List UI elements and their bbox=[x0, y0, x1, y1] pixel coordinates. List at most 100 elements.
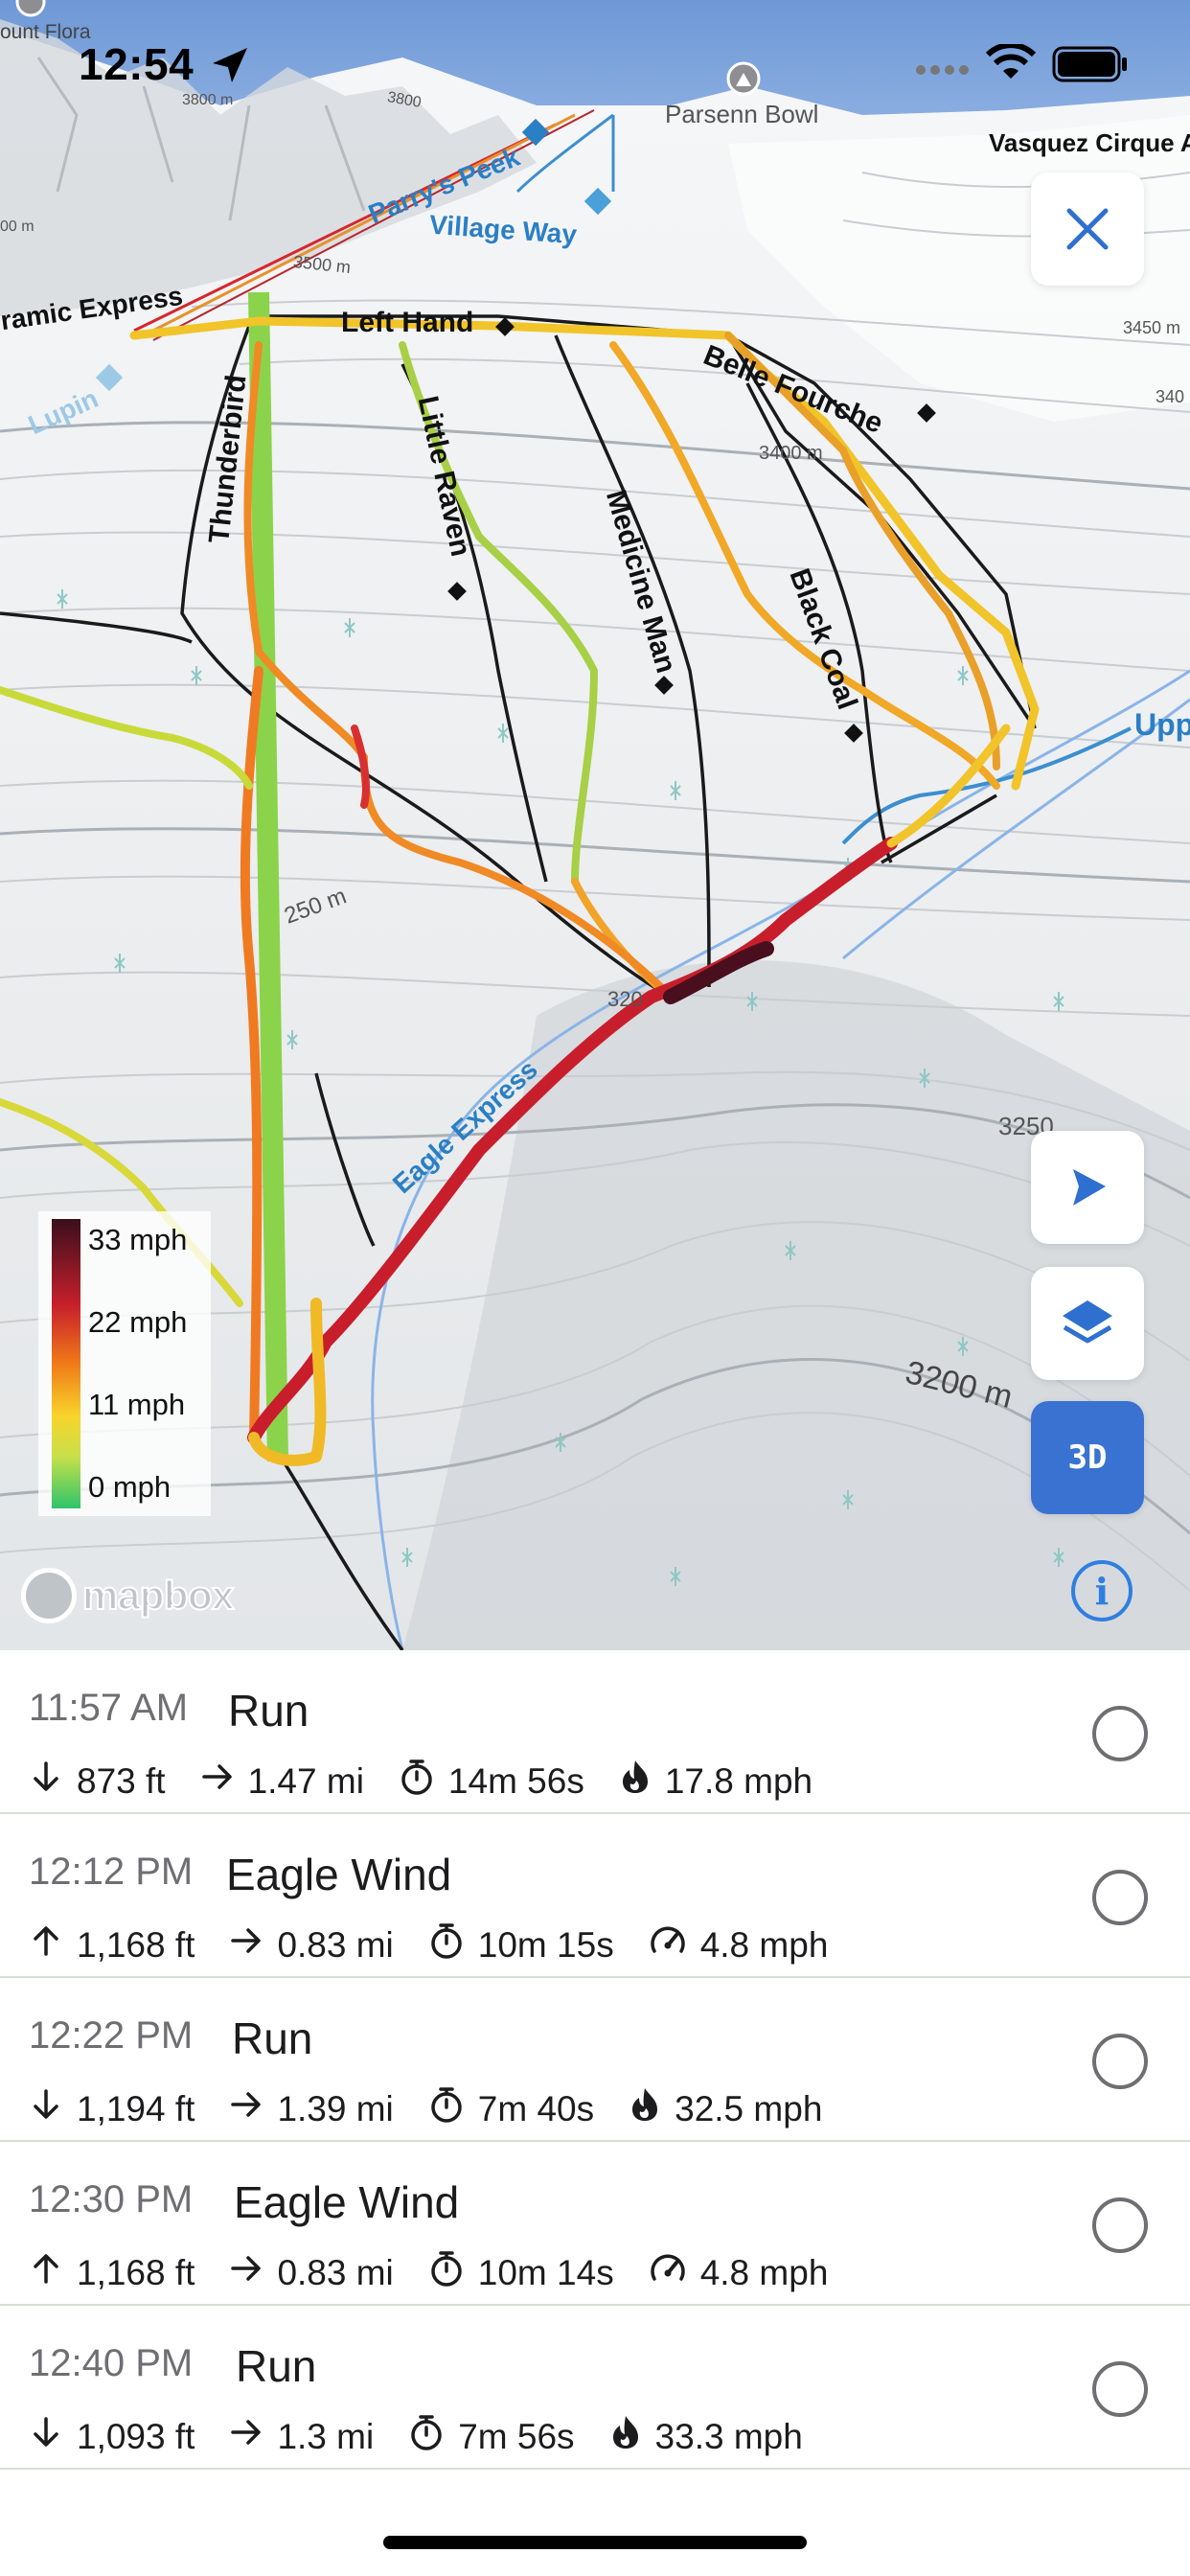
speed-stat: 33.3 mph bbox=[609, 2414, 803, 2459]
map-label-upper: Upp bbox=[1134, 707, 1190, 742]
flame-icon bbox=[629, 2086, 675, 2131]
vertical-value: 1,168 ft bbox=[77, 2252, 195, 2292]
speed-legend-label-high: 22 mph bbox=[88, 1305, 188, 1339]
distance-value: 1.3 mi bbox=[277, 2416, 375, 2456]
activity-time: 12:12 PM bbox=[29, 1851, 194, 1893]
activity-stats: 1,194 ft 1.39 mi 7m 40s 32.5 mph bbox=[29, 2085, 857, 2132]
duration-value: 7m 40s bbox=[477, 2088, 595, 2128]
activity-time: 12:30 PM bbox=[29, 2178, 194, 2220]
speed-legend-label-max: 33 mph bbox=[88, 1223, 188, 1256]
select-radio[interactable] bbox=[1092, 1870, 1148, 1925]
activity-stats: 1,168 ft 0.83 mi 10m 15s 4.8 mph bbox=[29, 1921, 862, 1968]
select-radio[interactable] bbox=[1092, 2197, 1148, 2253]
stopwatch-icon bbox=[408, 2413, 458, 2460]
flame-icon bbox=[619, 1759, 665, 1804]
speed-stat: 32.5 mph bbox=[629, 2086, 822, 2131]
status-time: 12:54 bbox=[79, 39, 195, 89]
activity-row[interactable]: 12:30 PM Eagle Wind 1,168 ft 0.83 mi 10m 14s… bbox=[0, 2142, 1190, 2306]
layers-icon bbox=[1063, 1300, 1112, 1344]
arrow-right-icon bbox=[229, 2087, 277, 2130]
duration-value: 10m 15s bbox=[477, 1924, 614, 1965]
arrow-down-icon bbox=[29, 1760, 77, 1803]
mapbox-wordmark: mapbox bbox=[81, 1572, 236, 1619]
vertical-value: 1,194 ft bbox=[77, 2088, 195, 2128]
trail-map[interactable]: ount Flora 3800 m 3800 Parsenn Bowl Vasq… bbox=[0, 0, 1190, 1650]
select-radio[interactable] bbox=[1092, 2361, 1148, 2417]
duration-stat: 7m 40s bbox=[428, 2085, 594, 2132]
activity-name: Run bbox=[232, 2013, 313, 2063]
status-bar: 12:54 bbox=[0, 0, 1190, 125]
speed-stat: 4.8 mph bbox=[649, 1922, 828, 1967]
duration-stat: 7m 56s bbox=[408, 2413, 575, 2460]
vertical-stat: 873 ft bbox=[29, 1760, 166, 1803]
speed-value: 33.3 mph bbox=[654, 2416, 803, 2456]
duration-value: 7m 56s bbox=[458, 2416, 575, 2456]
activity-time: 12:40 PM bbox=[29, 2342, 194, 2384]
distance-value: 0.83 mi bbox=[277, 1924, 394, 1965]
distance-stat: 0.83 mi bbox=[229, 1923, 394, 1966]
speedometer-icon bbox=[649, 2250, 700, 2295]
close-button[interactable] bbox=[1031, 172, 1144, 286]
speed-value: 17.8 mph bbox=[664, 1760, 813, 1801]
close-icon bbox=[1066, 208, 1109, 250]
select-radio[interactable] bbox=[1092, 2034, 1148, 2089]
vertical-value: 1,093 ft bbox=[77, 2416, 195, 2456]
speed-legend-label-min: 0 mph bbox=[88, 1470, 172, 1504]
3d-toggle-button[interactable]: 3D bbox=[1031, 1401, 1144, 1514]
vertical-value: 873 ft bbox=[77, 1760, 166, 1801]
mapbox-logo-icon bbox=[21, 1568, 77, 1623]
activity-time: 12:22 PM bbox=[29, 2014, 194, 2057]
speed-value: 32.5 mph bbox=[675, 2088, 823, 2128]
duration-stat: 10m 14s bbox=[428, 2249, 614, 2296]
arrow-down-icon bbox=[29, 2415, 77, 2458]
activity-row[interactable]: 12:40 PM Run 1,093 ft 1.3 mi 7m 56s 33.3 mph bbox=[0, 2306, 1190, 2470]
activity-name: Run bbox=[228, 1686, 309, 1736]
stopwatch-icon bbox=[428, 1921, 478, 1968]
map-label-contour-3400: 3400 m bbox=[759, 443, 823, 464]
speedometer-icon bbox=[649, 1922, 700, 1967]
vertical-stat: 1,194 ft bbox=[29, 2087, 195, 2130]
wifi-icon bbox=[985, 44, 1037, 79]
distance-value: 1.47 mi bbox=[247, 1760, 364, 1801]
home-indicator[interactable] bbox=[383, 2536, 807, 2549]
layers-button[interactable] bbox=[1031, 1267, 1144, 1380]
arrow-up-icon bbox=[29, 2251, 77, 2294]
distance-stat: 1.47 mi bbox=[200, 1760, 364, 1803]
arrow-right-icon bbox=[229, 1923, 277, 1966]
location-arrow-icon bbox=[213, 48, 247, 82]
mapbox-attribution[interactable]: mapbox bbox=[21, 1568, 236, 1623]
select-radio[interactable] bbox=[1092, 1706, 1148, 1761]
duration-stat: 10m 15s bbox=[428, 1921, 614, 1968]
speed-value: 4.8 mph bbox=[699, 2252, 829, 2292]
battery-icon bbox=[1052, 46, 1127, 82]
arrow-right-icon bbox=[200, 1760, 248, 1803]
vertical-stat: 1,093 ft bbox=[29, 2415, 195, 2458]
flame-icon bbox=[609, 2414, 655, 2459]
map-label-contour-340: 340 bbox=[1156, 387, 1185, 406]
speed-stat: 17.8 mph bbox=[619, 1759, 812, 1804]
arrow-up-icon bbox=[29, 1923, 77, 1966]
activity-stats: 1,093 ft 1.3 mi 7m 56s 33.3 mph bbox=[29, 2413, 837, 2460]
activity-name: Run bbox=[236, 2341, 317, 2391]
vertical-stat: 1,168 ft bbox=[29, 1923, 195, 1966]
speed-legend: 33 mph 22 mph 11 mph 0 mph bbox=[38, 1211, 211, 1516]
distance-stat: 1.39 mi bbox=[229, 2087, 394, 2130]
location-arrow-icon bbox=[1073, 1169, 1106, 1206]
signal-icon bbox=[916, 65, 969, 75]
speed-stat: 4.8 mph bbox=[649, 2250, 829, 2295]
activity-row[interactable]: 11:57 AM Run 873 ft 1.47 mi 14m 56s 17.8 mph bbox=[0, 1650, 1190, 1814]
activity-time: 11:57 AM bbox=[29, 1687, 189, 1729]
activity-row[interactable]: 12:12 PM Eagle Wind 1,168 ft 0.83 mi 10m 15s… bbox=[0, 1814, 1190, 1978]
map-label-contour-3200: 320 bbox=[607, 987, 643, 1011]
activity-stats: 1,168 ft 0.83 mi 10m 14s 4.8 mph bbox=[29, 2249, 862, 2296]
arrow-right-icon bbox=[229, 2251, 277, 2294]
duration-value: 14m 56s bbox=[447, 1760, 584, 1801]
activity-row[interactable]: 12:22 PM Run 1,194 ft 1.39 mi 7m 40s 32.5 mph bbox=[0, 1978, 1190, 2142]
stopwatch-icon bbox=[428, 2249, 478, 2296]
vertical-stat: 1,168 ft bbox=[29, 2251, 195, 2294]
distance-value: 0.83 mi bbox=[277, 2252, 394, 2292]
info-button[interactable]: i bbox=[1071, 1560, 1133, 1622]
map-label-vasquez-cirque: Vasquez Cirque A bbox=[989, 128, 1190, 157]
map-label-contour-left: 00 m bbox=[0, 218, 34, 235]
locate-button[interactable] bbox=[1031, 1131, 1144, 1244]
